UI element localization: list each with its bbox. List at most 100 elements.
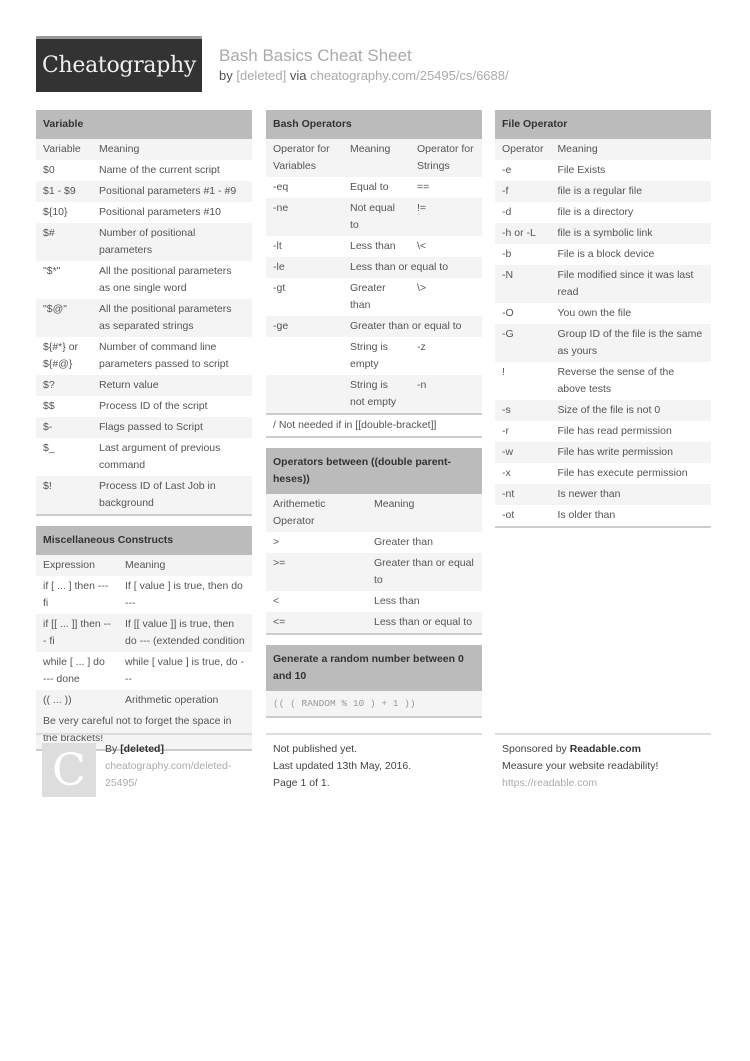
table-row: (( ... )) Arithmetic operation — [36, 690, 252, 711]
section-title: Variable — [36, 110, 252, 139]
table-cell: -ge — [266, 316, 343, 337]
table-cell: File is a block device — [550, 244, 711, 265]
footer-status: Not published yet. Last updated 13th May… — [266, 733, 482, 798]
section-title: File Operator — [495, 110, 711, 139]
table-cell: -ot — [495, 505, 551, 526]
table-row: -le Less than or equal to — [266, 257, 482, 278]
table-cell: Number of command line parameters passed… — [92, 337, 252, 375]
table-cell: $_ — [36, 438, 92, 476]
table-header-row: Operator for Variables Meaning Operator fo… — [266, 139, 482, 177]
table-cell: Greater than — [367, 532, 482, 553]
table-cell: Positional parameters #1 - #9 — [92, 181, 252, 202]
table-row: -f file is a regular file — [495, 181, 711, 202]
section-title: Generate a random number between 0 and 1… — [266, 645, 482, 691]
author-profile-link[interactable]: cheatography.com/deleted-25495/ — [105, 758, 245, 792]
table-cell: File modified since it was last read — [550, 265, 711, 303]
table-cell: -gt — [266, 278, 343, 316]
table-cell: Reverse the sense of the above tests — [550, 362, 711, 400]
table-row: if [ ... ] then --- fi If [ value ] is tr… — [36, 576, 252, 614]
table-cell: ! — [495, 362, 551, 400]
avatar-letter: C — [52, 744, 86, 796]
table-cell: Positional parameters #10 — [92, 202, 252, 223]
author-name[interactable]: [deleted] — [120, 743, 164, 755]
table-row: $_ Last argument of previous command — [36, 438, 252, 476]
table-row: ${10} Positional parameters #10 — [36, 202, 252, 223]
footer-by: By [deleted] — [105, 741, 245, 758]
table-cell: -w — [495, 442, 551, 463]
table-cell: -le — [266, 257, 343, 278]
table-cell: file is a symbolic link — [550, 223, 711, 244]
table-cell: (( ... )) — [36, 690, 118, 711]
table-row: $# Number of positional parameters — [36, 223, 252, 261]
section-title: Operators between ((double parent-heses)… — [266, 448, 482, 494]
table-cell: String is not empty — [343, 375, 410, 413]
table-cell: == — [410, 177, 482, 198]
table-row: -O You own the file — [495, 303, 711, 324]
table-cell: All the positional parameters as separat… — [92, 299, 252, 337]
table-row: -r File has read permission — [495, 421, 711, 442]
bash-operators-table: Operator for Variables Meaning Operator fo… — [266, 139, 482, 413]
footer-author: C By [deleted] cheatography.com/deleted-… — [36, 733, 252, 805]
cheatography-logo[interactable]: Cheatography — [36, 36, 202, 92]
table-cell: $? — [36, 375, 92, 396]
table-cell: File has read permission — [550, 421, 711, 442]
file-operator-section: File Operator Operator Meaning -e File Exis… — [495, 110, 711, 528]
table-cell: -lt — [266, 236, 343, 257]
sponsor-link[interactable]: https://readable.com — [502, 775, 704, 792]
table-cell: -b — [495, 244, 551, 265]
table-cell: -h or -L — [495, 223, 551, 244]
table-header-row: Operator Meaning — [495, 139, 711, 160]
table-row: > Greater than — [266, 532, 482, 553]
table-row: $0 Name of the current script — [36, 160, 252, 181]
table-cell: -d — [495, 202, 551, 223]
table-cell: Process ID of the script — [92, 396, 252, 417]
table-cell: File Exists — [550, 160, 711, 181]
table-cell: Less than — [367, 591, 482, 612]
table-row: -ge Greater than or equal to — [266, 316, 482, 337]
variable-section: Variable Variable Meaning $0 Name of the cu… — [36, 110, 252, 516]
author-avatar: C — [42, 743, 96, 797]
table-row: -b File is a block device — [495, 244, 711, 265]
by-label: By — [105, 743, 118, 755]
table-row: -s Size of the file is not 0 — [495, 400, 711, 421]
table-cell: -N — [495, 265, 551, 303]
arithmetic-operators-section: Operators between ((double parent-heses)… — [266, 448, 482, 635]
table-cell: $# — [36, 223, 92, 261]
table-cell: You own the file — [550, 303, 711, 324]
sponsor-name[interactable]: Readable.com — [570, 743, 641, 755]
last-updated: Last updated 13th May, 2016. — [273, 760, 412, 772]
author-link[interactable]: [deleted] — [236, 68, 286, 83]
table-cell: != — [410, 198, 482, 236]
sheet-url-link[interactable]: cheatography.com/25495/cs/6688/ — [310, 68, 509, 83]
column-header: Meaning — [343, 139, 410, 177]
table-row: -G Group ID of the file is the same as yo… — [495, 324, 711, 362]
table-row: String is empty -z — [266, 337, 482, 375]
table-cell: Equal to — [343, 177, 410, 198]
table-header-row: Variable Meaning — [36, 139, 252, 160]
table-cell: Flags passed to Script — [92, 417, 252, 438]
table-cell: Greater than or equal to — [367, 553, 482, 591]
table-cell: $$ — [36, 396, 92, 417]
table-cell: if [ ... ] then --- fi — [36, 576, 118, 614]
code-snippet: (( ( RANDOM % 10 ) + 1 )) — [266, 691, 482, 716]
table-cell: -nt — [495, 484, 551, 505]
table-row: -ne Not equal to != — [266, 198, 482, 236]
table-cell: if [[ ... ]] then --- fi — [36, 614, 118, 652]
table-cell: Less than or equal to — [367, 612, 482, 633]
table-row: <= Less than or equal to — [266, 612, 482, 633]
table-cell: ${#*} or ${#@} — [36, 337, 92, 375]
column-header: Meaning — [367, 494, 482, 532]
table-cell: Greater than or equal to — [343, 316, 482, 337]
table-cell: All the positional parameters as one sin… — [92, 261, 252, 299]
table-cell: File has execute permission — [550, 463, 711, 484]
table-row: "$*" All the positional parameters as one… — [36, 261, 252, 299]
table-cell: -ne — [266, 198, 343, 236]
column-header: Expression — [36, 555, 118, 576]
table-row: >= Greater than or equal to — [266, 553, 482, 591]
table-row: -gt Greater than \> — [266, 278, 482, 316]
table-header-row: Arithemetic Operator Meaning — [266, 494, 482, 532]
table-cell: Is older than — [550, 505, 711, 526]
column-3: File Operator Operator Meaning -e File Exis… — [495, 110, 711, 538]
table-row: -e File Exists — [495, 160, 711, 181]
table-cell: < — [266, 591, 367, 612]
